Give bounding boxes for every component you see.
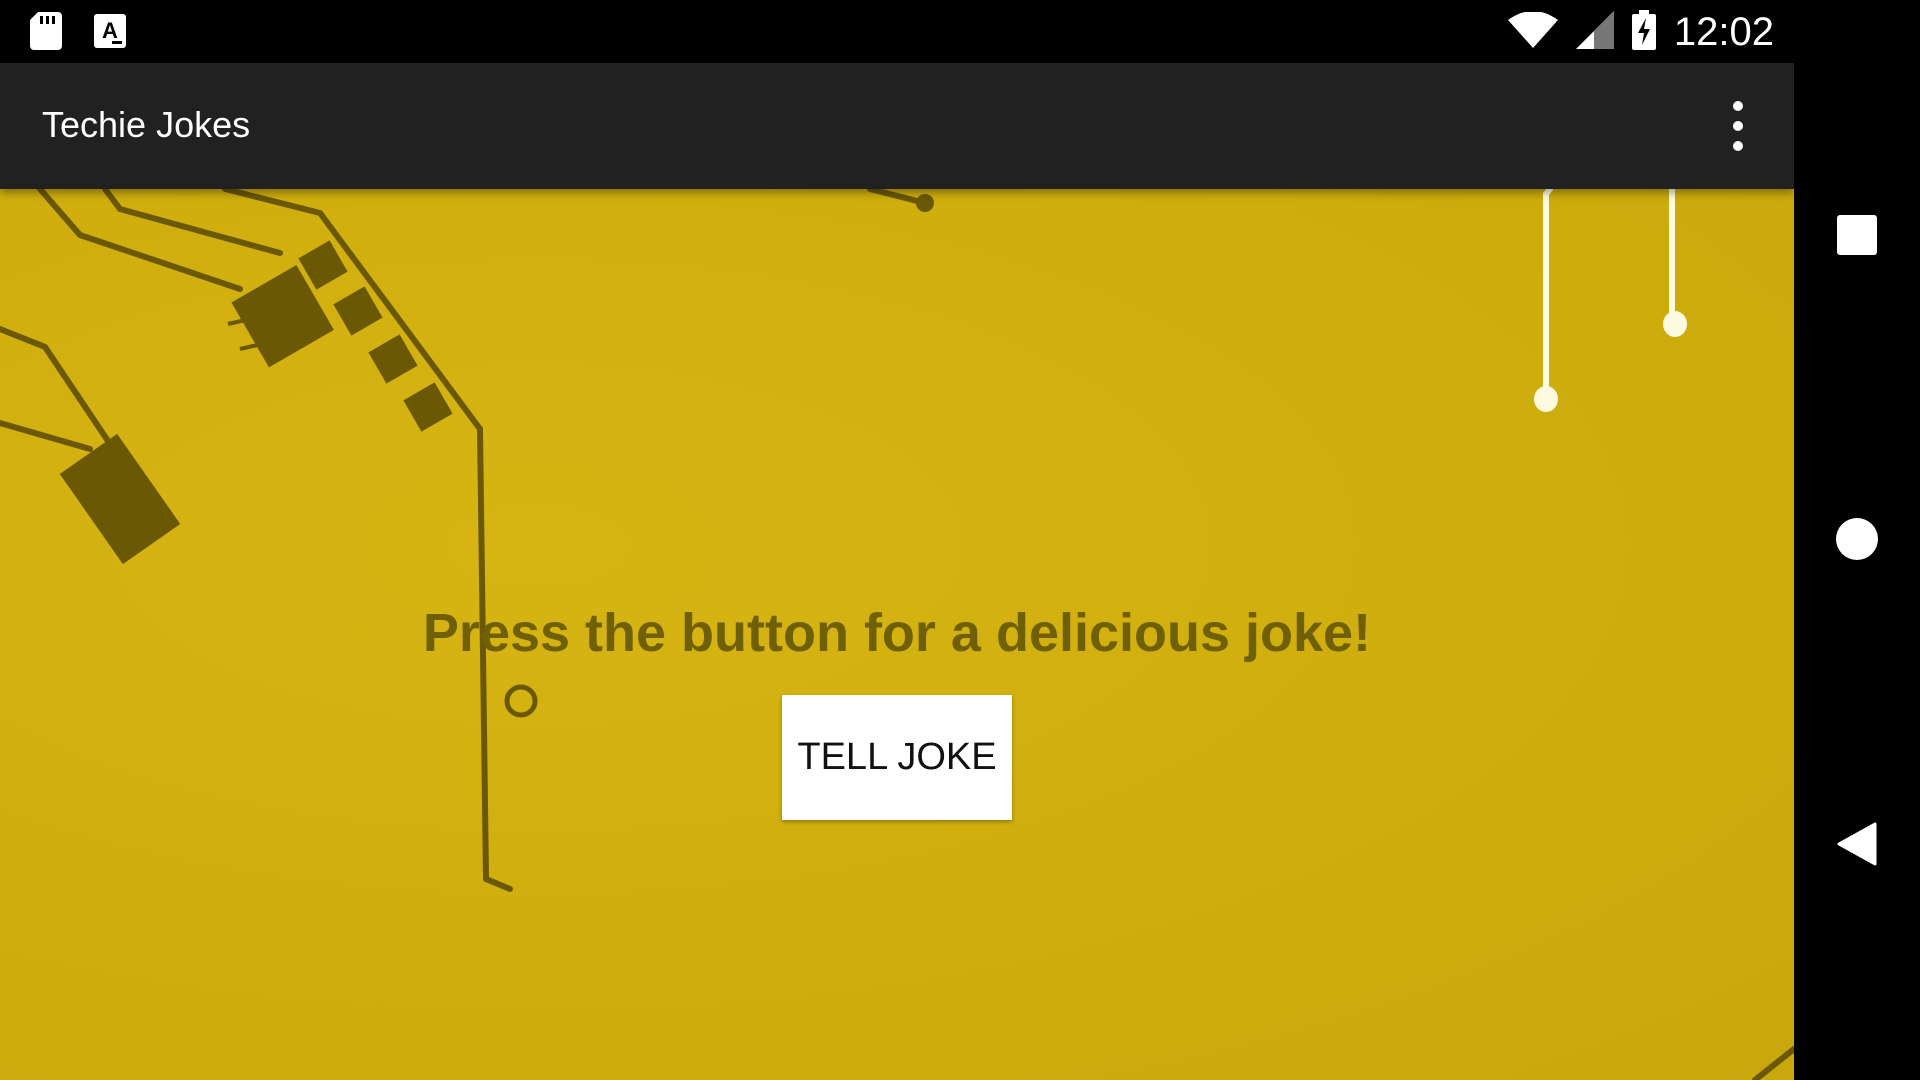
status-time: 12:02 (1673, 10, 1774, 54)
text-a-icon: A (94, 14, 126, 52)
svg-text:A: A (102, 18, 118, 43)
sd-card-icon (30, 12, 62, 54)
more-vertical-icon[interactable] (1726, 101, 1750, 151)
menu-dot (1733, 101, 1743, 111)
status-right-icons: 12:02 (1507, 8, 1774, 56)
status-left-icons: A (30, 12, 126, 54)
home-icon[interactable] (1825, 507, 1889, 571)
wifi-icon (1507, 11, 1558, 52)
back-icon[interactable] (1825, 812, 1889, 876)
app-bar: Techie Jokes (0, 63, 1794, 189)
status-bar: A 12:02 (0, 0, 1794, 63)
menu-dot (1733, 141, 1743, 151)
joke-prompt-text: Press the button for a delicious joke! (422, 603, 1372, 663)
navigation-bar (1794, 0, 1920, 1080)
main-content: Press the button for a delicious joke! T… (0, 189, 1794, 1080)
cell-signal-icon (1575, 11, 1614, 53)
app-title: Techie Jokes (42, 104, 251, 145)
battery-charging-icon (1631, 10, 1656, 54)
phone-screen: A 12:02 Techie Jokes Press the button fo… (0, 0, 1920, 1080)
tell-joke-button[interactable]: TELL JOKE (782, 695, 1012, 820)
menu-dot (1733, 121, 1743, 131)
recents-icon[interactable] (1825, 203, 1889, 267)
